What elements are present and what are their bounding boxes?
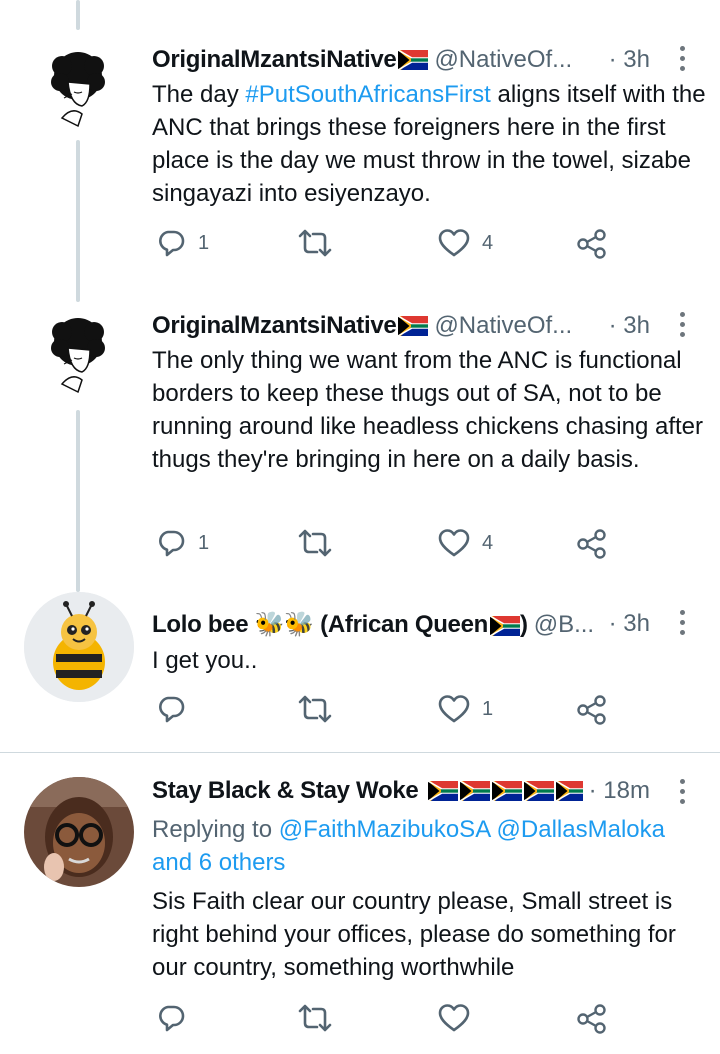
like-button[interactable]: 1 bbox=[438, 694, 493, 724]
reply-button[interactable]: 1 bbox=[156, 228, 209, 258]
heart-icon bbox=[438, 694, 470, 724]
tweet-actions: 1 4 bbox=[152, 528, 622, 568]
tweet-actions: 1 bbox=[152, 694, 622, 734]
more-vertical-icon[interactable] bbox=[680, 46, 686, 76]
retweet-button[interactable] bbox=[298, 528, 344, 558]
timestamp[interactable]: · 3h bbox=[602, 312, 650, 340]
tweet[interactable]: Lolo bee 🐝🐝 (African Queen) @B... · 3h I… bbox=[0, 590, 720, 752]
share-icon bbox=[576, 528, 608, 560]
tweet[interactable]: OriginalMzantsiNative @NativeOf... · 3h … bbox=[0, 0, 720, 300]
reply-count: 1 bbox=[198, 231, 210, 254]
tweet-header: OriginalMzantsiNative @NativeOf... bbox=[152, 312, 660, 340]
reply-button[interactable] bbox=[156, 694, 198, 724]
share-icon bbox=[576, 694, 608, 726]
heart-icon bbox=[438, 1003, 470, 1033]
like-count: 4 bbox=[482, 231, 494, 254]
share-button[interactable] bbox=[576, 528, 608, 560]
tweet-text: Sis Faith clear our country please, Smal… bbox=[152, 888, 676, 981]
tweet-text: I get you.. bbox=[152, 647, 258, 674]
like-button[interactable] bbox=[438, 1003, 482, 1033]
like-count: 1 bbox=[482, 697, 494, 720]
avatar[interactable] bbox=[24, 777, 134, 887]
timestamp[interactable]: · 3h bbox=[602, 610, 650, 638]
retweet-icon bbox=[298, 694, 332, 724]
like-button[interactable]: 4 bbox=[438, 228, 493, 258]
retweet-button[interactable] bbox=[298, 694, 344, 724]
replying-more-link[interactable]: and 6 others bbox=[152, 846, 712, 879]
reply-icon bbox=[156, 1003, 186, 1033]
heart-icon bbox=[438, 228, 470, 258]
heart-icon bbox=[438, 528, 470, 558]
tweet-text-segment: The day bbox=[152, 81, 246, 108]
bee-emoji: 🐝🐝 bbox=[254, 610, 314, 638]
retweet-icon bbox=[298, 1003, 332, 1033]
tweet-header: OriginalMzantsiNative @NativeOf... bbox=[152, 46, 660, 74]
reply-count: 1 bbox=[198, 531, 210, 554]
timestamp[interactable]: · 18m bbox=[582, 777, 650, 805]
share-button[interactable] bbox=[576, 228, 608, 260]
reply-icon bbox=[156, 528, 186, 558]
avatar[interactable] bbox=[38, 48, 118, 128]
hashtag-link[interactable]: #PutSouthAfricansFirst bbox=[245, 81, 490, 108]
retweet-button[interactable] bbox=[298, 1003, 344, 1033]
timestamp[interactable]: · 3h bbox=[602, 46, 650, 74]
display-name[interactable]: Stay Black & Stay Woke bbox=[152, 777, 419, 805]
more-vertical-icon[interactable] bbox=[680, 779, 686, 809]
share-button[interactable] bbox=[576, 1003, 608, 1035]
south-africa-flag-icon bbox=[398, 50, 428, 70]
display-name-part: (African Queen bbox=[313, 611, 489, 638]
south-africa-flag-icon bbox=[398, 316, 428, 336]
retweet-button[interactable] bbox=[298, 228, 344, 258]
like-count: 4 bbox=[482, 531, 494, 554]
retweet-icon bbox=[298, 228, 332, 258]
username[interactable]: @B... bbox=[534, 611, 594, 639]
reply-icon bbox=[156, 228, 186, 258]
south-africa-flag-icon bbox=[490, 616, 520, 636]
tweet[interactable]: OriginalMzantsiNative @NativeOf... · 3h … bbox=[0, 300, 720, 590]
retweet-icon bbox=[298, 528, 332, 558]
tweet-header: Lolo bee 🐝🐝 (African Queen) @B... bbox=[152, 610, 660, 639]
reply-icon bbox=[156, 694, 186, 724]
display-name-part: ) bbox=[520, 611, 528, 638]
reply-button[interactable]: 1 bbox=[156, 528, 209, 558]
avatar[interactable] bbox=[38, 314, 118, 394]
share-icon bbox=[576, 1003, 608, 1035]
replying-to: Replying to @FaithMazibukoSA @DallasMalo… bbox=[152, 813, 712, 879]
south-africa-flag-icon bbox=[492, 781, 522, 801]
tweet-text: The day #PutSouthAfricansFirst aligns it… bbox=[152, 78, 712, 210]
share-icon bbox=[576, 228, 608, 260]
south-africa-flag-icon bbox=[524, 781, 554, 801]
tweet[interactable]: Stay Black & Stay Woke · 18m Replying to… bbox=[0, 753, 720, 1054]
avatar[interactable] bbox=[24, 592, 134, 702]
reply-button[interactable] bbox=[156, 1003, 198, 1033]
tweet-text: The only thing we want from the ANC is f… bbox=[152, 347, 704, 473]
username[interactable]: @NativeOf... bbox=[434, 46, 572, 74]
more-vertical-icon[interactable] bbox=[680, 312, 686, 342]
display-name-part: Lolo bee bbox=[152, 611, 255, 638]
replying-label: Replying to bbox=[152, 816, 273, 843]
display-name[interactable]: OriginalMzantsiNative bbox=[152, 46, 397, 74]
replying-to-links[interactable]: @FaithMazibukoSA @DallasMaloka bbox=[279, 816, 665, 843]
south-africa-flag-icon bbox=[460, 781, 490, 801]
more-vertical-icon[interactable] bbox=[680, 610, 686, 640]
username[interactable]: @NativeOf... bbox=[434, 312, 572, 340]
south-africa-flag-icon bbox=[428, 781, 458, 801]
share-button[interactable] bbox=[576, 694, 608, 726]
like-button[interactable]: 4 bbox=[438, 528, 493, 558]
tweet-actions: 1 4 bbox=[152, 228, 622, 268]
tweet-actions bbox=[152, 1003, 622, 1043]
display-name[interactable]: Lolo bee 🐝🐝 (African Queen) bbox=[152, 610, 528, 639]
display-name[interactable]: OriginalMzantsiNative bbox=[152, 312, 397, 340]
